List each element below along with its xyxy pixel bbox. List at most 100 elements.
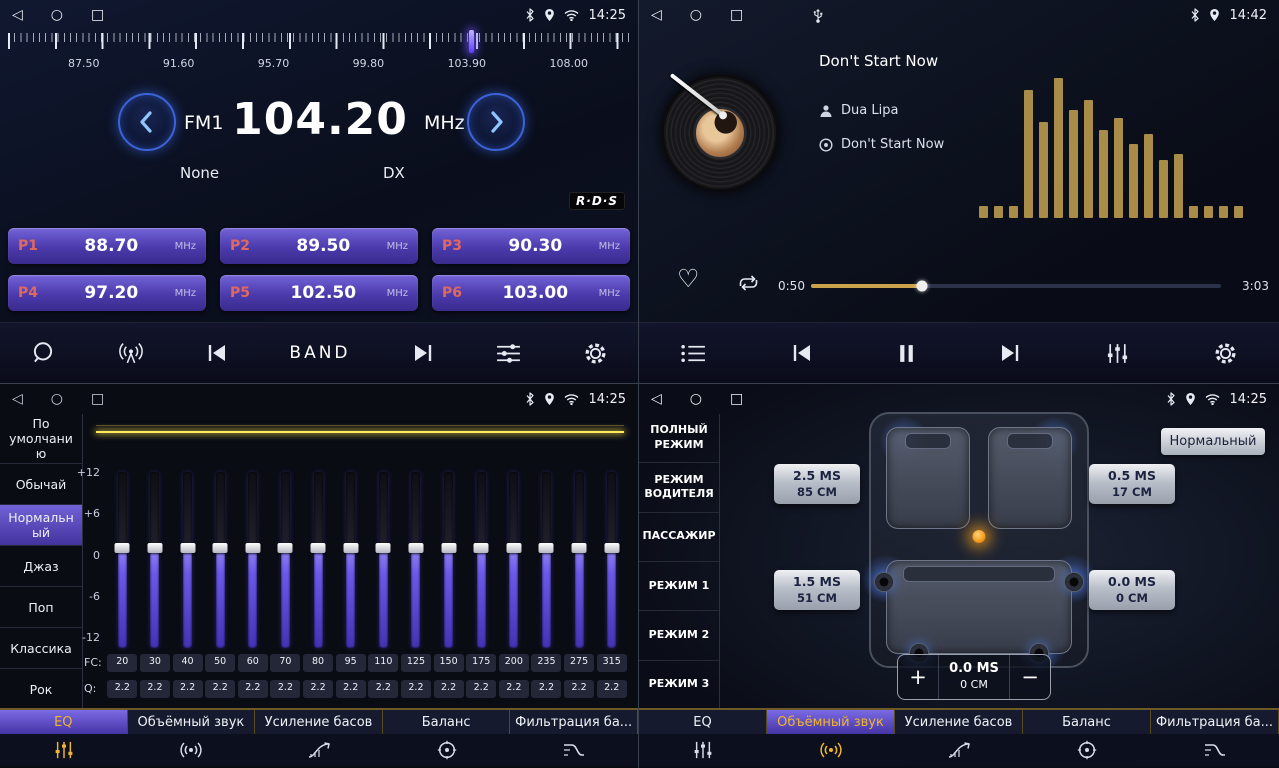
eq-band-slider[interactable] <box>465 472 498 648</box>
nav-recents-icon[interactable]: □ <box>91 392 104 406</box>
eq-band-slider[interactable] <box>498 472 531 648</box>
nav-recents-icon[interactable]: □ <box>730 8 743 22</box>
eq-band-slider[interactable] <box>302 472 335 648</box>
eq-slider-handle[interactable] <box>115 543 130 553</box>
album-art[interactable] <box>661 74 779 192</box>
eq-band-slider[interactable] <box>237 472 270 648</box>
eq-slider-handle[interactable] <box>343 543 358 553</box>
eq-slider-handle[interactable] <box>311 543 326 553</box>
settings-button[interactable] <box>583 341 608 366</box>
eq-band-slider[interactable] <box>400 472 433 648</box>
delay-front-left[interactable]: 2.5 MS 85 CM <box>774 464 860 504</box>
eq-faders-icon[interactable] <box>0 734 128 766</box>
tab-bass-boost[interactable]: Усиление басов <box>255 710 383 734</box>
tab-balance[interactable]: Баланс <box>1023 710 1151 734</box>
eq-preset-item[interactable]: Рок <box>0 669 82 710</box>
eq-band-slider[interactable] <box>530 472 563 648</box>
preset-button-p6[interactable]: P6 103.00 MHz <box>432 275 630 311</box>
eq-slider-handle[interactable] <box>213 543 228 553</box>
filter-icon[interactable] <box>510 734 638 766</box>
eq-band-slider[interactable] <box>367 472 400 648</box>
delay-decrease-button[interactable]: − <box>1010 655 1050 699</box>
track-list-button[interactable] <box>680 343 707 364</box>
eq-band-slider[interactable] <box>334 472 367 648</box>
eq-band-slider[interactable] <box>432 472 465 648</box>
frequency-ruler[interactable]: 87.5091.6095.7099.80103.90108.00 <box>0 33 638 79</box>
eq-slider-handle[interactable] <box>408 543 423 553</box>
eq-preset-item[interactable]: Поп <box>0 587 82 628</box>
eq-slider-handle[interactable] <box>506 543 521 553</box>
listening-mode-item[interactable]: РЕЖИМ 3 <box>639 661 719 710</box>
previous-button[interactable] <box>205 343 229 363</box>
tab-eq[interactable]: EQ <box>639 710 767 734</box>
tab-balance[interactable]: Баланс <box>383 710 511 734</box>
surround-sound-icon[interactable] <box>767 734 895 766</box>
eq-band-slider[interactable] <box>563 472 596 648</box>
speaker-front-left-icon[interactable] <box>874 572 894 592</box>
delay-rear-right[interactable]: 0.0 MS 0 CM <box>1089 570 1175 610</box>
next-button[interactable] <box>411 343 435 363</box>
previous-track-button[interactable] <box>790 343 814 363</box>
equalizer-button[interactable] <box>1105 342 1130 365</box>
eq-band-slider[interactable] <box>171 472 204 648</box>
settings-button[interactable] <box>1213 341 1238 366</box>
tab-bass-boost[interactable]: Усиление басов <box>895 710 1023 734</box>
listening-mode-item[interactable]: РЕЖИМ ВОДИТЕЛЯ <box>639 463 719 512</box>
filter-icon[interactable] <box>1151 734 1279 766</box>
eq-slider-handle[interactable] <box>539 543 554 553</box>
listening-mode-item[interactable]: ПАССАЖИР <box>639 513 719 562</box>
tab-surround-sound[interactable]: Объёмный звук <box>128 710 256 734</box>
tab-filter[interactable]: Фильтрация ба... <box>510 710 638 734</box>
eq-slider-handle[interactable] <box>474 543 489 553</box>
nav-back-icon[interactable]: ◁ <box>651 8 662 22</box>
tab-surround-sound[interactable]: Объёмный звук <box>767 710 895 734</box>
preset-button-p4[interactable]: P4 97.20 MHz <box>8 275 206 311</box>
eq-band-slider[interactable] <box>269 472 302 648</box>
bass-boost-icon[interactable] <box>255 734 383 766</box>
preset-button-p2[interactable]: P2 89.50 MHz <box>220 228 418 264</box>
eq-faders-icon[interactable] <box>639 734 767 766</box>
eq-slider-handle[interactable] <box>180 543 195 553</box>
bass-boost-icon[interactable] <box>895 734 1023 766</box>
nav-home-icon[interactable]: ○ <box>51 392 63 406</box>
listening-mode-item[interactable]: РЕЖИМ 1 <box>639 562 719 611</box>
repeat-button[interactable] <box>735 273 762 297</box>
eq-band-slider[interactable] <box>595 472 628 648</box>
nav-recents-icon[interactable]: □ <box>730 392 743 406</box>
next-track-button[interactable] <box>998 343 1022 363</box>
eq-slider-handle[interactable] <box>376 543 391 553</box>
tab-filter[interactable]: Фильтрация ба... <box>1151 710 1279 734</box>
tune-down-button[interactable] <box>118 93 176 151</box>
nav-back-icon[interactable]: ◁ <box>12 8 23 22</box>
tab-eq[interactable]: EQ <box>0 710 128 734</box>
eq-slider-handle[interactable] <box>572 543 587 553</box>
nav-home-icon[interactable]: ○ <box>690 392 702 406</box>
eq-preset-item[interactable]: Обычай <box>0 464 82 505</box>
eq-slider-handle[interactable] <box>278 543 293 553</box>
balance-icon[interactable] <box>1023 734 1151 766</box>
eq-slider-handle[interactable] <box>147 543 162 553</box>
eq-slider-handle[interactable] <box>245 543 260 553</box>
nav-back-icon[interactable]: ◁ <box>12 392 23 406</box>
favorite-button[interactable]: ♡ <box>677 266 699 291</box>
eq-preset-item[interactable]: Нормальный <box>0 505 82 546</box>
progress-knob[interactable] <box>916 281 927 292</box>
scan-button[interactable] <box>30 340 56 366</box>
eq-preset-item[interactable]: По умолчанию <box>0 414 82 464</box>
listening-position-dot[interactable] <box>973 530 986 543</box>
nav-recents-icon[interactable]: □ <box>91 8 104 22</box>
broadcast-button[interactable] <box>117 341 145 366</box>
delay-front-right[interactable]: 0.5 MS 17 CM <box>1089 464 1175 504</box>
pause-button[interactable] <box>897 343 916 364</box>
preset-button-p1[interactable]: P1 88.70 MHz <box>8 228 206 264</box>
eq-preset-item[interactable]: Джаз <box>0 546 82 587</box>
eq-slider-handle[interactable] <box>441 543 456 553</box>
speaker-front-right-icon[interactable] <box>1064 572 1084 592</box>
eq-band-slider[interactable] <box>139 472 172 648</box>
listening-mode-item[interactable]: РЕЖИМ 2 <box>639 611 719 660</box>
delay-increase-button[interactable]: + <box>898 655 938 699</box>
eq-slider-handle[interactable] <box>604 543 619 553</box>
nav-home-icon[interactable]: ○ <box>690 8 702 22</box>
delay-rear-left[interactable]: 1.5 MS 51 CM <box>774 570 860 610</box>
progress-bar[interactable] <box>811 284 1221 288</box>
